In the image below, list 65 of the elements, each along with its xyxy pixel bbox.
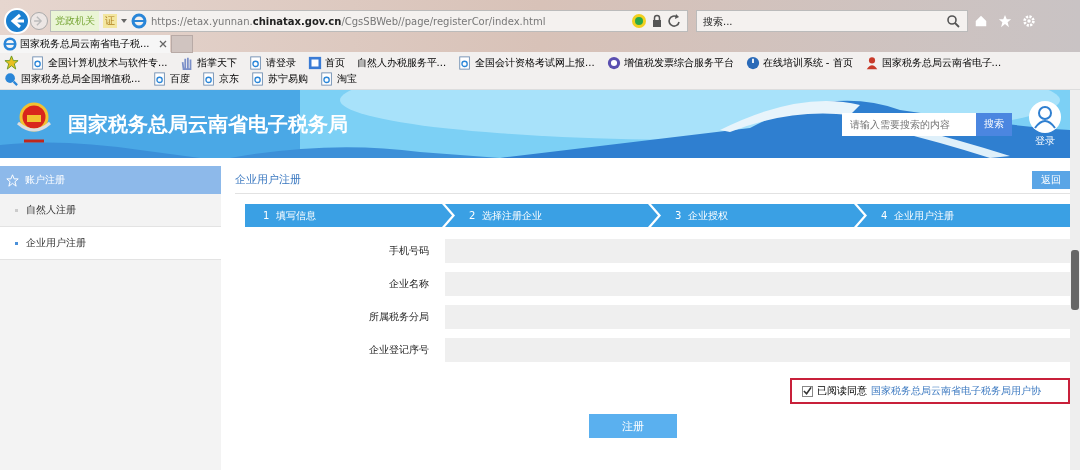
input-field[interactable] [445, 272, 1070, 296]
login-link[interactable]: 登录 [1035, 134, 1055, 148]
address-bar[interactable]: 党政机关 证 https://etax.yunnan.chinatax.gov.cn/CgsSBWeb//page/registerCor/index.html [50, 10, 688, 32]
favorite-link[interactable]: 国家税务总局云南省电子... [864, 55, 1002, 70]
tab-title: 国家税务总局云南省电子税... [20, 37, 151, 51]
lock-icon [651, 14, 663, 28]
favorite-link[interactable]: 京东 [201, 72, 239, 86]
agreement-text: 已阅读同意 [817, 384, 867, 398]
favorite-link[interactable]: 苏宁易购 [250, 72, 308, 86]
close-button[interactable] [159, 40, 167, 48]
certificate-badge: 证 [103, 14, 117, 28]
tile-icon [307, 55, 322, 70]
refresh-icon [667, 14, 681, 28]
back-button[interactable] [4, 8, 30, 34]
field-label: 手机号码 [388, 244, 430, 258]
sidebar-item[interactable]: 企业用户注册 [0, 227, 221, 260]
url-text: https://etax.yunnan.chinatax.gov.cn/CgsSBWeb//page/registerCor/index.html [151, 15, 546, 27]
forward-button[interactable] [30, 12, 48, 30]
field-label: 所属税务分局 [368, 310, 430, 324]
page-icon [250, 72, 265, 86]
browser-search-field[interactable]: 搜索... [696, 10, 968, 32]
field-label: 企业名称 [388, 277, 430, 291]
favorite-link[interactable]: 全国计算机技术与软件专... [31, 55, 168, 70]
favorite-link[interactable]: 请登录 [248, 55, 296, 70]
person-icon [864, 55, 879, 70]
zone-badge: 党政机关 [51, 11, 99, 31]
home-icon [974, 14, 988, 28]
input-field[interactable] [445, 305, 1070, 329]
magnifier-icon [4, 72, 18, 86]
favorite-link[interactable]: 增值税发票综合服务平台 [606, 55, 734, 70]
favorite-link[interactable]: 自然人办税服务平... [356, 55, 447, 70]
dropdown-icon [121, 19, 127, 23]
star-outline-icon [6, 173, 19, 187]
page-title: 企业用户注册 [235, 172, 301, 187]
page-icon [152, 72, 167, 86]
favorites-star-icon [4, 55, 19, 70]
favorite-link[interactable]: 国家税务总局全国增值税... [4, 72, 141, 86]
user-avatar-icon [1028, 100, 1062, 134]
favorite-link[interactable]: 百度 [152, 72, 190, 86]
favorite-link[interactable]: 在线培训系统 - 首页 [745, 55, 853, 70]
sidebar-heading-text: 账户注册 [25, 173, 65, 187]
close-icon [159, 40, 167, 48]
field-label: 企业登记序号 [368, 343, 430, 357]
hand-icon [179, 55, 194, 70]
star-icon [998, 14, 1012, 28]
favorite-link[interactable]: 全国会计资格考试网上报... [458, 55, 595, 70]
agreement-link[interactable]: 国家税务总局云南省电子税务局用户协 [871, 384, 1041, 398]
page-icon [31, 55, 45, 70]
page-icon [458, 55, 473, 70]
page-icon [248, 55, 263, 70]
favorite-link[interactable]: 指掌天下 [179, 55, 237, 70]
site-search-field[interactable]: 请输入需要搜索的内容 [842, 112, 976, 136]
input-field[interactable] [445, 239, 1070, 263]
favorite-link[interactable]: 淘宝 [319, 72, 357, 86]
power-icon [745, 55, 760, 70]
checkbox[interactable] [802, 385, 813, 397]
scrollbar[interactable] [1070, 90, 1080, 470]
page-icon [201, 72, 216, 86]
browser-tab[interactable]: 国家税务总局云南省电子税... [0, 35, 170, 53]
favorite-link[interactable]: 首页 [307, 55, 345, 70]
scroll-thumb[interactable] [1071, 250, 1079, 310]
site-title: 国家税务总局云南省电子税务局 [68, 110, 348, 138]
search-button[interactable]: 搜索 [976, 112, 1012, 136]
settings-icon [1022, 14, 1036, 28]
page-icon [319, 72, 334, 86]
